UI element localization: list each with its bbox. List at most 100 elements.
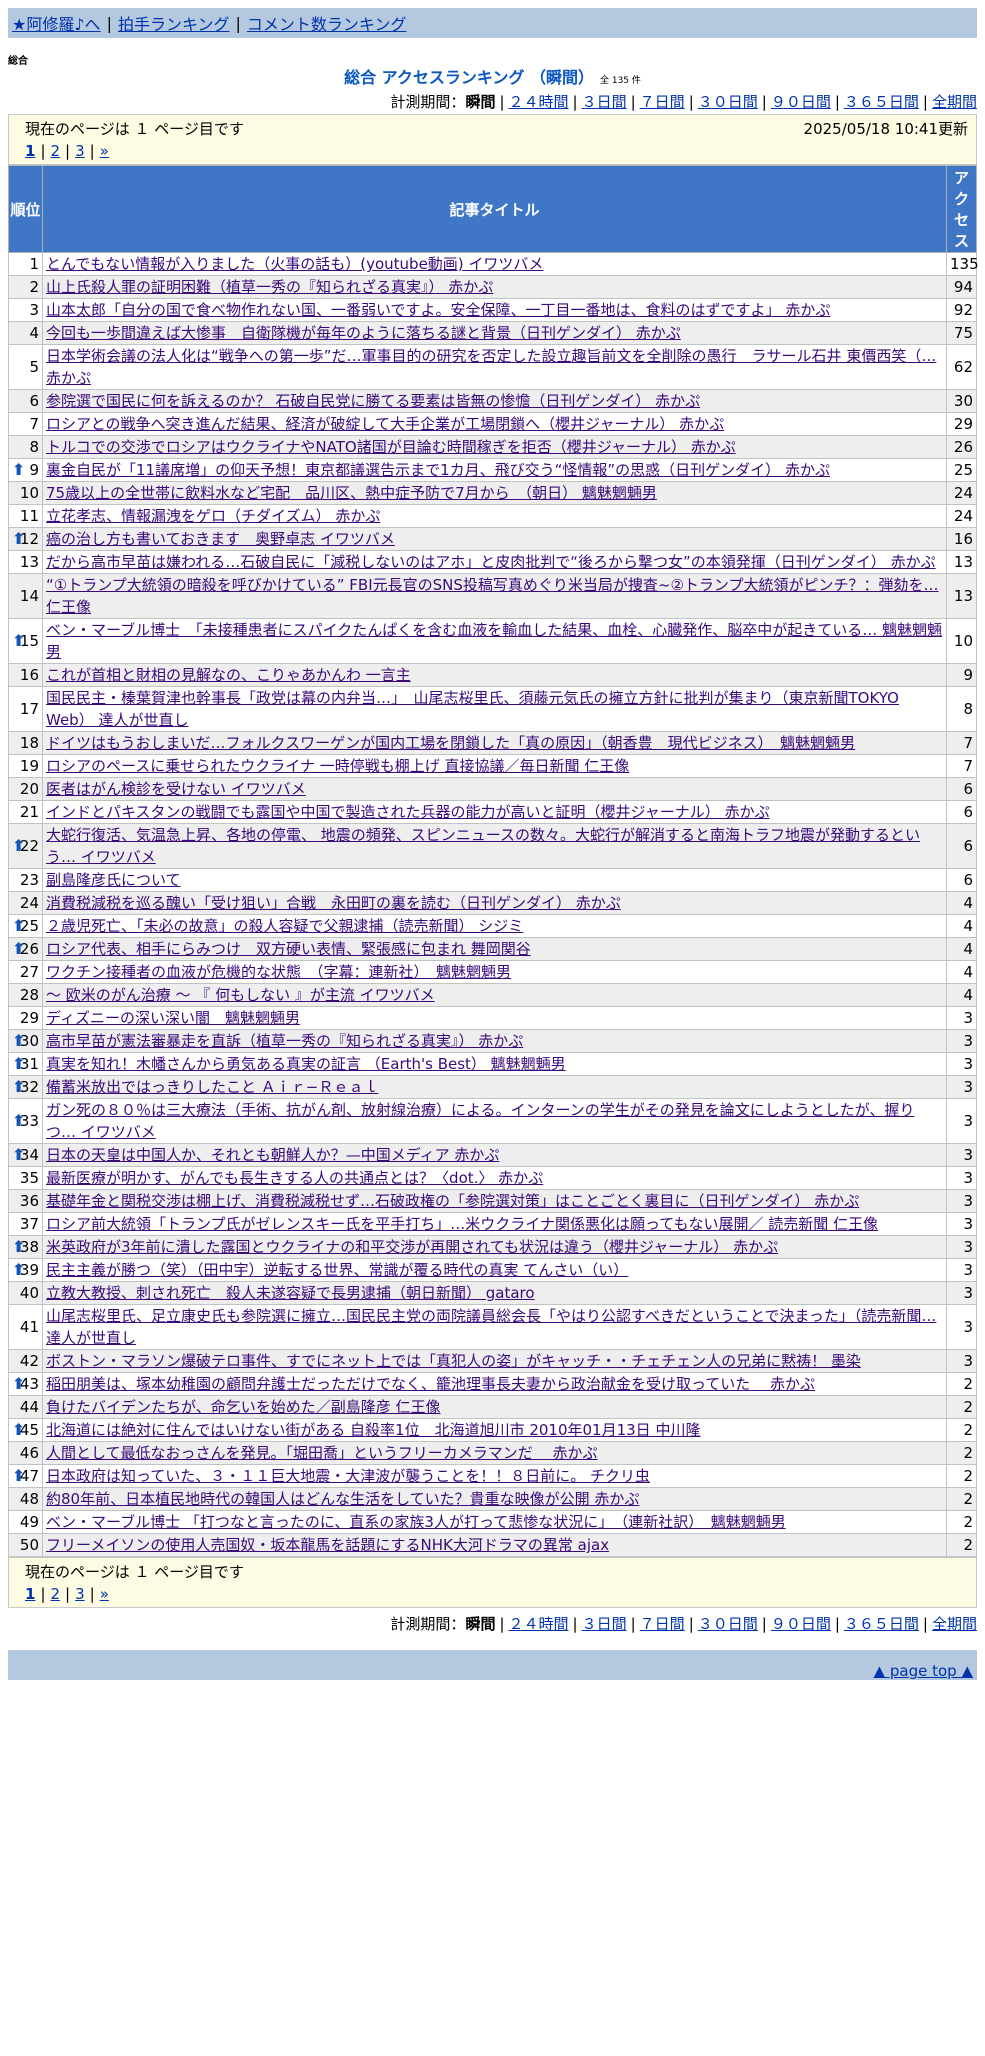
period-option-link[interactable]: ３６５日間	[844, 1615, 919, 1633]
period-option-link[interactable]: 全期間	[932, 1615, 977, 1633]
period-option-link[interactable]: ９０日間	[771, 93, 831, 111]
rank-cell: ⬆ 39	[8, 1258, 43, 1282]
article-link[interactable]: 裏金自民が「11議席増」の仰天予想！東京都議選告示まで1カ月、飛び交う“怪情報”…	[46, 461, 830, 479]
period-option-link[interactable]: ７日間	[640, 1615, 685, 1633]
article-link[interactable]: トルコでの交渉でロシアはウクライナやNATO諸国が目論む時間稼ぎを拒否（櫻井ジャ…	[46, 438, 736, 456]
article-link[interactable]: 人間として最低なおっさんを発見。「堀田喬」というフリーカメラマンだ 赤かぷ	[46, 1444, 598, 1462]
article-link[interactable]: 備蓄米放出ではっきりしたこと Ａｉｒ−Ｒｅａｌ	[46, 1078, 378, 1096]
article-link[interactable]: 立花孝志、情報漏洩をゲロ（チダイズム） 赤かぷ	[46, 507, 380, 525]
article-link[interactable]: 山尾志桜里氏、足立康史氏も参院選に擁立…国民民主党の両院議員総会長「やはり公認す…	[46, 1307, 936, 1347]
pager-current-page[interactable]: 1	[25, 142, 35, 160]
period-separator: |	[688, 93, 694, 111]
nav-comment-ranking-link[interactable]: コメント数ランキング	[247, 11, 407, 35]
article-link[interactable]: とんでもない情報が入りました（火事の話も）(youtube動画) イワツバメ	[46, 255, 543, 273]
period-option-link[interactable]: ３日間	[582, 1615, 627, 1633]
pager-page-link[interactable]: 3	[75, 1585, 85, 1603]
article-link[interactable]: 75歳以上の全世帯に飲料水など宅配 品川区、熱中症予防で7月から （朝日） 魑魅…	[46, 484, 657, 502]
article-link[interactable]: 医者はがん検診を受けない イワツバメ	[46, 780, 306, 798]
article-link[interactable]: 日本学術会議の法人化は“戦争への第一歩”だ…軍事目的の研究を否定した設立趣旨前文…	[46, 347, 936, 387]
pager-page-link[interactable]: 2	[51, 1585, 61, 1603]
article-link[interactable]: 稲田朋美は、塚本幼稚園の顧問弁護士だっただけでなく、籠池理事長夫妻から政治献金を…	[46, 1375, 815, 1393]
article-link[interactable]: これが首相と財相の見解なの、こりゃあかんわ 一言主	[46, 666, 411, 684]
article-link[interactable]: インドとパキスタンの戦闘でも露国や中国で製造された兵器の能力が高いと証明（櫻井ジ…	[46, 803, 770, 821]
article-link[interactable]: “①トランプ大統領の暗殺を呼びかけている” FBI元長官のSNS投稿写真めぐり米…	[46, 576, 938, 616]
page-top-link[interactable]: ▲ page top ▲	[874, 1662, 973, 1680]
pager-page-link[interactable]: 3	[75, 142, 85, 160]
article-link[interactable]: 真実を知れ！木幡さんから勇気ある真実の証言 （Earth's Best） 魑魅魍…	[46, 1055, 566, 1073]
period-label: 計測期間：	[390, 1615, 466, 1633]
title-cell: 日本政府は知っていた、３・１１巨大地震・大津波が襲うことを！！８日前に。 チクリ…	[42, 1464, 947, 1488]
article-link[interactable]: フリーメイソンの使用人売国奴・坂本龍馬を話題にするNHK大河ドラマの異常 aja…	[46, 1536, 609, 1554]
article-link[interactable]: 消費税減税を巡る醜い「受け狙い」合戦 永田町の裏を読む（日刊ゲンダイ） 赤かぷ	[46, 894, 621, 912]
article-link[interactable]: 参院選で国民に何を訴えるのか？ 石破自民党に勝てる要素は皆無の惨憺（日刊ゲンダイ…	[46, 392, 700, 410]
pager-next-link[interactable]: »	[100, 1585, 109, 1603]
article-link[interactable]: ドイツはもうおしまいだ…フォルクスワーゲンが国内工場を閉鎖した「真の原因」（朝香…	[46, 734, 855, 752]
article-link[interactable]: 国民民主・榛葉賀津也幹事長「政党は幕の内弁当…」 山尾志桜里氏、須藤元気氏の擁立…	[46, 689, 899, 729]
nav-home-link[interactable]: ★阿修羅♪へ	[12, 11, 101, 35]
period-option-link[interactable]: ３日間	[582, 93, 627, 111]
rank-cell: 14	[8, 573, 43, 619]
period-option-link[interactable]: ３６５日間	[844, 93, 919, 111]
article-link[interactable]: ワクチン接種者の血液が危機的な状態 （字幕：連新社） 魑魅魍魎男	[46, 963, 511, 981]
pager-page-link[interactable]: 2	[51, 142, 61, 160]
table-row: 44 負けたバイデンたちが、命乞いを始めた／副島隆彦 仁王像 2	[8, 1395, 977, 1419]
pager-next-link[interactable]: »	[100, 142, 109, 160]
period-option-link[interactable]: ７日間	[640, 93, 685, 111]
up-arrow-icon: ⬆	[12, 1031, 26, 1050]
rank-cell: ⬆ 43	[8, 1372, 43, 1396]
rank-cell: 21	[8, 800, 43, 824]
article-link[interactable]: 約80年前、日本植民地時代の韓国人はどんな生活をしていた？貴重な映像が公開 赤か…	[46, 1490, 639, 1508]
article-link[interactable]: 副島隆彦氏について	[46, 871, 181, 889]
article-link[interactable]: ボストン・マラソン爆破テロ事件、すでにネット上では「真犯人の姿」がキャッチ・・チ…	[46, 1352, 861, 1370]
period-option-link[interactable]: ２４時間	[509, 1615, 569, 1633]
title-cell: “①トランプ大統領の暗殺を呼びかけている” FBI元長官のSNS投稿写真めぐり米…	[42, 573, 947, 619]
access-count: 3	[946, 1166, 977, 1190]
article-link[interactable]: ガン死の８０％は三大療法（手術、抗がん剤、放射線治療）による。インターンの学生が…	[46, 1101, 915, 1141]
table-row: ⬆ 12 癌の治し方も書いておきます 奥野卓志 イワツバメ 16	[8, 527, 977, 551]
article-link[interactable]: 日本の天皇は中国人か、それとも朝鮮人か？—中国メディア 赤かぷ	[46, 1146, 499, 1164]
table-row: 2 山上氏殺人罪の証明困難（植草一秀の『知られざる真実』） 赤かぷ 94	[8, 275, 977, 299]
access-count: 3	[946, 1029, 977, 1053]
period-separator: |	[572, 1615, 578, 1633]
article-link[interactable]: 今回も一歩間違えば大惨事 自衛隊機が毎年のように落ちる謎と背景（日刊ゲンダイ） …	[46, 324, 681, 342]
article-link[interactable]: 立教大教授、刺され死亡 殺人未遂容疑で長男逮捕（朝日新聞） gataro	[46, 1284, 535, 1302]
rank-number: 37	[19, 1215, 39, 1233]
article-link[interactable]: ディズニーの深い深い闇 魑魅魍魎男	[46, 1009, 300, 1027]
rank-number: 17	[19, 700, 39, 718]
article-link[interactable]: ロシア代表、相手にらみつけ 双方硬い表情、緊張感に包まれ 舞岡関谷	[46, 940, 531, 958]
article-link[interactable]: 山上氏殺人罪の証明困難（植草一秀の『知られざる真実』） 赤かぷ	[46, 278, 493, 296]
article-link[interactable]: 民主主義が勝つ（笑）（田中宇）逆転する世界、常識が覆る時代の真実 てんさい（い）	[46, 1261, 628, 1279]
article-link[interactable]: 日本政府は知っていた、３・１１巨大地震・大津波が襲うことを！！８日前に。 チクリ…	[46, 1467, 650, 1485]
period-option-link[interactable]: ２４時間	[509, 93, 569, 111]
period-option-link[interactable]: ３０日間	[698, 93, 758, 111]
article-link[interactable]: 高市早苗が憲法審暴走を直訴（植草一秀の『知られざる真実』） 赤かぷ	[46, 1032, 523, 1050]
article-link[interactable]: 基礎年金と関税交渉は棚上げ、消費税減税せず…石破政権の「参院選対策」はことごとく…	[46, 1192, 859, 1210]
article-link[interactable]: ～ 欧米のがん治療 ～ 『 何もしない 』が主流 イワツバメ	[46, 986, 435, 1004]
article-link[interactable]: 最新医療が明かす、がんでも長生きする人の共通点とは？〈dot.〉 赤かぷ	[46, 1169, 543, 1187]
article-link[interactable]: だから高市早苗は嫌われる…石破自民に「減税しないのはアホ」と皮肉批判で“後ろから…	[46, 553, 936, 571]
access-count: 3	[946, 1281, 977, 1305]
nav-separator: |	[106, 13, 112, 33]
nav-clap-ranking-link[interactable]: 拍手ランキング	[118, 11, 230, 35]
article-link[interactable]: 米英政府が3年前に潰した露国とウクライナの和平交渉が再開されても状況は違う（櫻井…	[46, 1238, 778, 1256]
article-link[interactable]: 北海道には絶対に住んではいけない街がある 自殺率1位 北海道旭川市 2010年0…	[46, 1421, 700, 1439]
article-link[interactable]: 負けたバイデンたちが、命乞いを始めた／副島隆彦 仁王像	[46, 1398, 440, 1416]
article-link[interactable]: ベン・マーブル博士 「打つなと言ったのに、直系の家族3人が打って悲惨な状況に」 …	[46, 1513, 786, 1531]
article-link[interactable]: ロシアとの戦争へ突き進んだ結果、経済が破綻して大手企業が工場閉鎖へ（櫻井ジャーナ…	[46, 415, 724, 433]
title-cell: 副島隆彦氏について	[42, 868, 947, 892]
up-arrow-icon: ⬆	[12, 529, 26, 548]
article-link[interactable]: ベン・マーブル博士 「未接種患者にスパイクたんぱくを含む血液を輸血した結果、血栓…	[46, 621, 942, 661]
access-count: 30	[946, 389, 977, 413]
period-option-link[interactable]: ３０日間	[698, 1615, 758, 1633]
article-link[interactable]: 大蛇行復活、気温急上昇、各地の停電、 地震の頻発、スピンニュースの数々。大蛇行が…	[46, 826, 920, 866]
table-row: 40 立教大教授、刺され死亡 殺人未遂容疑で長男逮捕（朝日新聞） gataro 3	[8, 1281, 977, 1305]
article-link[interactable]: 山本太郎「自分の国で食べ物作れない国、一番弱いですよ。安全保障、一丁目一番地は、…	[46, 301, 830, 319]
period-option-link[interactable]: 全期間	[932, 93, 977, 111]
article-link[interactable]: ロシア前大統領「トランプ氏がゼレンスキー氏を平手打ち」…米ウクライナ関係悪化は願…	[46, 1215, 878, 1233]
article-link[interactable]: ロシアのペースに乗せられたウクライナ 一時停戦も棚上げ 直接協議／毎日新聞 仁王…	[46, 757, 629, 775]
article-link[interactable]: ２歳児死亡、「未必の故意」の殺人容疑で父親逮捕（読売新聞） シジミ	[46, 917, 523, 935]
pager-current-page[interactable]: 1	[25, 1585, 35, 1603]
article-link[interactable]: 癌の治し方も書いておきます 奥野卓志 イワツバメ	[46, 530, 395, 548]
rank-cell: ⬆ 38	[8, 1235, 43, 1259]
period-option-link[interactable]: ９０日間	[771, 1615, 831, 1633]
